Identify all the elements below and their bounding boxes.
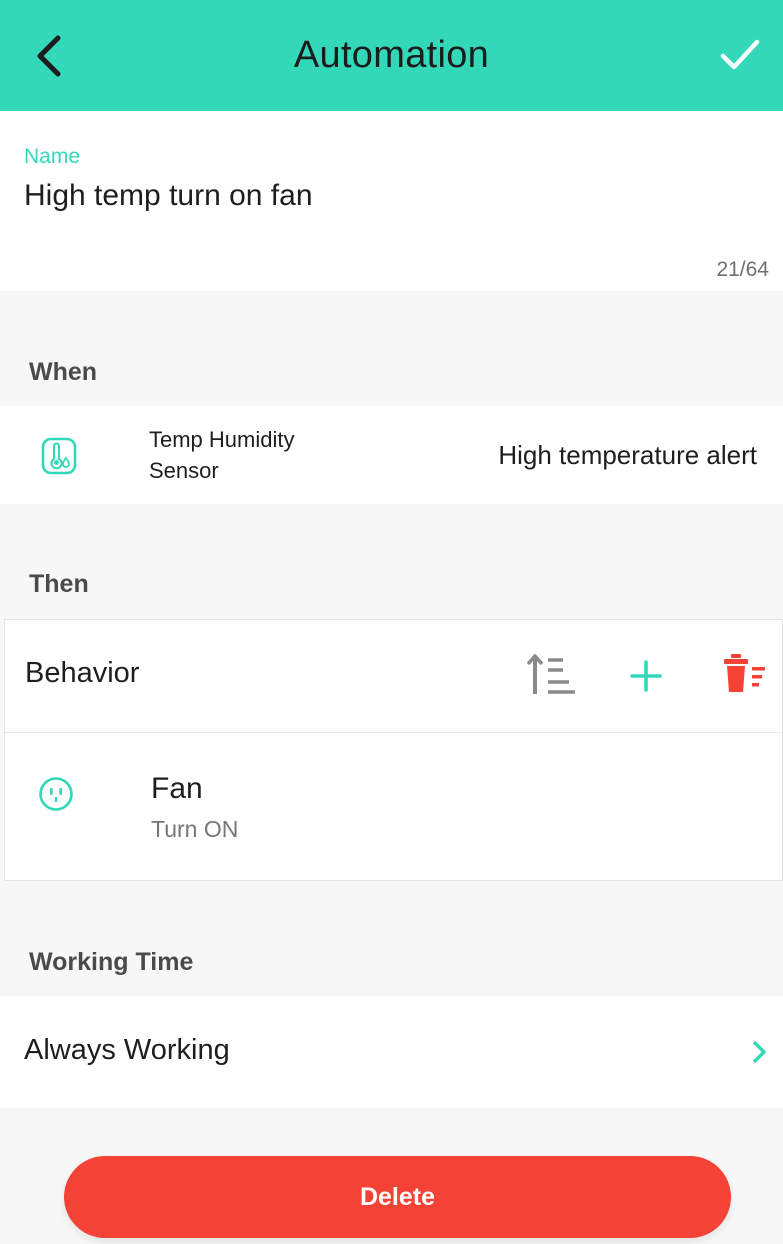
name-char-counter: 21/64 [716, 258, 769, 281]
working-time-section-label: Working Time [29, 948, 194, 976]
chevron-right-icon [753, 1041, 766, 1063]
working-time-row[interactable]: Always Working [0, 996, 783, 1108]
trash-icon[interactable] [723, 654, 767, 694]
name-label: Name [24, 145, 81, 168]
outlet-icon [39, 777, 73, 811]
top-bar: Automation [0, 0, 783, 111]
action-item-fan[interactable]: Fan Turn ON [5, 734, 782, 880]
working-time-value: Always Working [24, 1034, 230, 1066]
when-trigger: High temperature alert [498, 440, 757, 470]
delete-button[interactable]: Delete [64, 1156, 731, 1238]
name-card: Name High temp turn on fan 21/64 [0, 111, 783, 291]
thermometer-icon [41, 437, 77, 475]
when-condition-row[interactable]: Temp Humidity Sensor High temperature al… [0, 406, 783, 504]
when-device-name: Temp Humidity Sensor [149, 427, 295, 483]
action-state: Turn ON [151, 816, 239, 842]
behavior-header: Behavior [5, 620, 782, 733]
plus-icon[interactable] [629, 659, 663, 693]
sort-ascending-icon[interactable] [525, 652, 577, 698]
then-section-label: Then [29, 570, 89, 598]
automation-screen: Automation Name High temp turn on fan 21… [0, 0, 783, 1244]
then-card: Behavior Fan Turn ON [4, 619, 783, 881]
page-title: Automation [293, 34, 490, 76]
behavior-label: Behavior [25, 657, 140, 689]
name-input[interactable]: High temp turn on fan [24, 179, 313, 213]
checkmark-icon[interactable] [719, 36, 761, 74]
action-device-name: Fan [151, 772, 203, 805]
when-section-label: When [29, 358, 98, 386]
back-chevron-icon[interactable] [30, 33, 70, 79]
